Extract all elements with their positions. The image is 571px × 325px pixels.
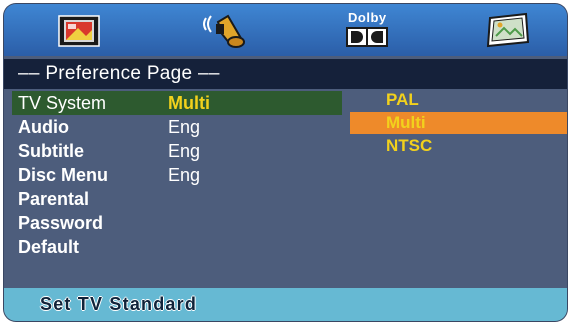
menu-item-label: Default: [18, 237, 80, 257]
menu-item-label: TV System: [18, 93, 107, 113]
menu-item-label: Parental: [18, 189, 90, 209]
menu-item-password[interactable]: Password: [12, 211, 342, 235]
speaker-audio-icon[interactable]: [200, 10, 254, 50]
page-title: –– Preference Page ––: [18, 63, 220, 84]
menu-item-default[interactable]: Default: [12, 235, 342, 259]
option-multi[interactable]: Multi: [350, 112, 567, 134]
dolby-icon[interactable]: Dolby: [339, 10, 399, 50]
option-label: Multi: [386, 113, 426, 132]
menu-item-value: Eng: [168, 141, 201, 161]
menu-item-label: Password: [18, 213, 104, 233]
option-label: NTSC: [386, 136, 433, 155]
menu-item-label: Subtitle: [18, 141, 84, 161]
menu-item-label: Disc Menu: [18, 165, 109, 185]
menu-item-value: Eng: [168, 165, 201, 185]
status-bar: Set TV Standard: [4, 288, 567, 321]
menu-item-disc-menu[interactable]: Disc Menu Eng: [12, 163, 342, 187]
option-ntsc[interactable]: NTSC: [350, 135, 567, 157]
menu-item-audio[interactable]: Audio Eng: [12, 115, 342, 139]
status-text: Set TV Standard: [40, 294, 198, 314]
menu-item-value: Multi: [168, 93, 210, 113]
menu-item-value: Eng: [168, 117, 201, 137]
page-title-bar: –– Preference Page ––: [4, 59, 567, 89]
dolby-label: Dolby: [348, 10, 387, 25]
option-label: PAL: [386, 90, 419, 109]
setup-icon-bar: Dolby: [4, 4, 567, 56]
menu-item-subtitle[interactable]: Subtitle Eng: [12, 139, 342, 163]
option-pal[interactable]: PAL: [350, 89, 567, 111]
menu-item-parental[interactable]: Parental: [12, 187, 342, 211]
osd-screen: Dolby –– Preference Page –– TV System Mu…: [4, 4, 567, 321]
menu-item-tv-system[interactable]: TV System Multi: [12, 91, 342, 115]
tv-display-icon[interactable]: [54, 10, 106, 50]
preference-picture-icon[interactable]: [482, 10, 532, 50]
menu-item-label: Audio: [18, 117, 69, 137]
